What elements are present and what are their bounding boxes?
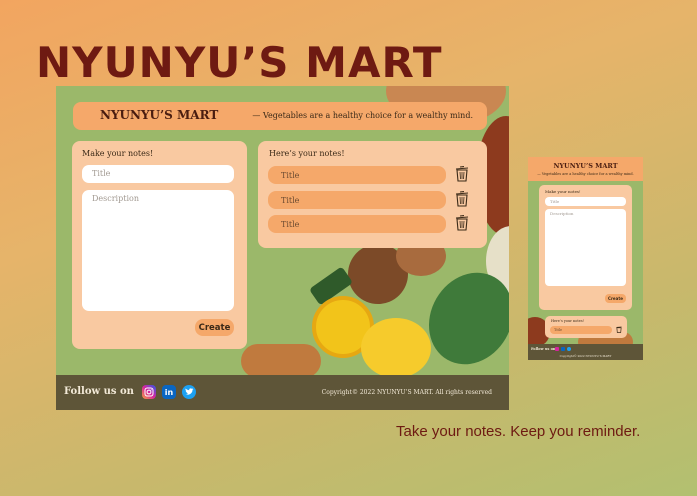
mobile-note-item[interactable]: Title [550,326,612,334]
mobile-footer: Follow us on Copyright© 2022 NYUNYU’S MA… [528,344,643,360]
mobile-title-input[interactable]: Title [545,197,626,206]
note-item[interactable]: Title [268,191,446,209]
linkedin-icon[interactable]: in [162,385,176,399]
form-heading: Make your notes! [82,149,154,158]
app-header: NYUNYU’S MART — Vegetables are a healthy… [73,102,487,130]
follow-label: Follow us on [64,386,134,397]
trash-icon[interactable] [455,215,469,231]
trash-icon[interactable] [455,191,469,207]
decor-lemon [361,318,431,378]
mobile-header: NYUNYU’S MART — Vegetables are a healthy… [528,157,643,181]
notes-list-card: Here’s your notes! Title Title Title [258,141,487,248]
header-brand: NYUNYU’S MART [100,108,219,122]
mobile-description-textarea[interactable]: Description [545,209,626,286]
mobile-note-title: Title [554,328,563,332]
app-footer: Follow us on in Copyright© 2022 NYUNYU’S… [56,375,509,410]
mobile-notes-card: Here’s your notes! Title [545,316,627,338]
copyright-text: Copyright© 2022 NYUNYU’S MART. All right… [321,389,492,396]
mobile-linkedin-icon[interactable] [561,347,565,351]
mobile-notes-heading: Here’s your notes! [551,319,585,323]
mobile-trash-icon[interactable] [616,326,622,333]
note-form-card: Make your notes! Title Description Creat… [72,141,247,349]
description-textarea[interactable]: Description [82,190,234,311]
hero-brand-title: NYUNYU’S MART [36,38,443,87]
tagline: Take your notes. Keep you reminder. [396,423,641,440]
mobile-title-placeholder: Title [550,199,560,204]
instagram-icon[interactable] [142,385,156,399]
description-placeholder: Description [92,194,139,203]
mobile-description-placeholder: Description [550,211,574,216]
note-title: Title [281,219,300,229]
decor-bread [241,344,321,378]
mobile-instagram-icon[interactable] [555,347,559,351]
trash-icon[interactable] [455,166,469,182]
note-item[interactable]: Title [268,215,446,233]
note-title: Title [281,195,300,205]
notes-heading: Here’s your notes! [269,149,345,158]
mobile-form-heading: Make your notes! [545,189,581,194]
mobile-follow-label: Follow us on [531,347,556,351]
mobile-form-card: Make your notes! Title Description Creat… [539,185,632,310]
mobile-motto: — Vegetables are a healthy choice for a … [537,172,634,176]
desktop-mockup: NYUNYU’S MART — Vegetables are a healthy… [56,86,509,410]
note-item[interactable]: Title [268,166,446,184]
create-button[interactable]: Create [195,319,234,336]
note-title: Title [281,170,300,180]
mobile-twitter-icon[interactable] [567,347,571,351]
mobile-create-button[interactable]: Create [605,294,626,303]
title-input[interactable]: Title [82,165,234,183]
title-placeholder: Title [92,169,111,178]
mobile-brand: NYUNYU’S MART [553,162,618,170]
mobile-copyright: Copyright© 2022 NYUNYU’S MART [559,354,612,358]
header-motto: — Vegetables are a healthy choice for a … [252,111,473,120]
twitter-icon[interactable] [182,385,196,399]
mobile-mockup: NYUNYU’S MART — Vegetables are a healthy… [528,157,643,360]
